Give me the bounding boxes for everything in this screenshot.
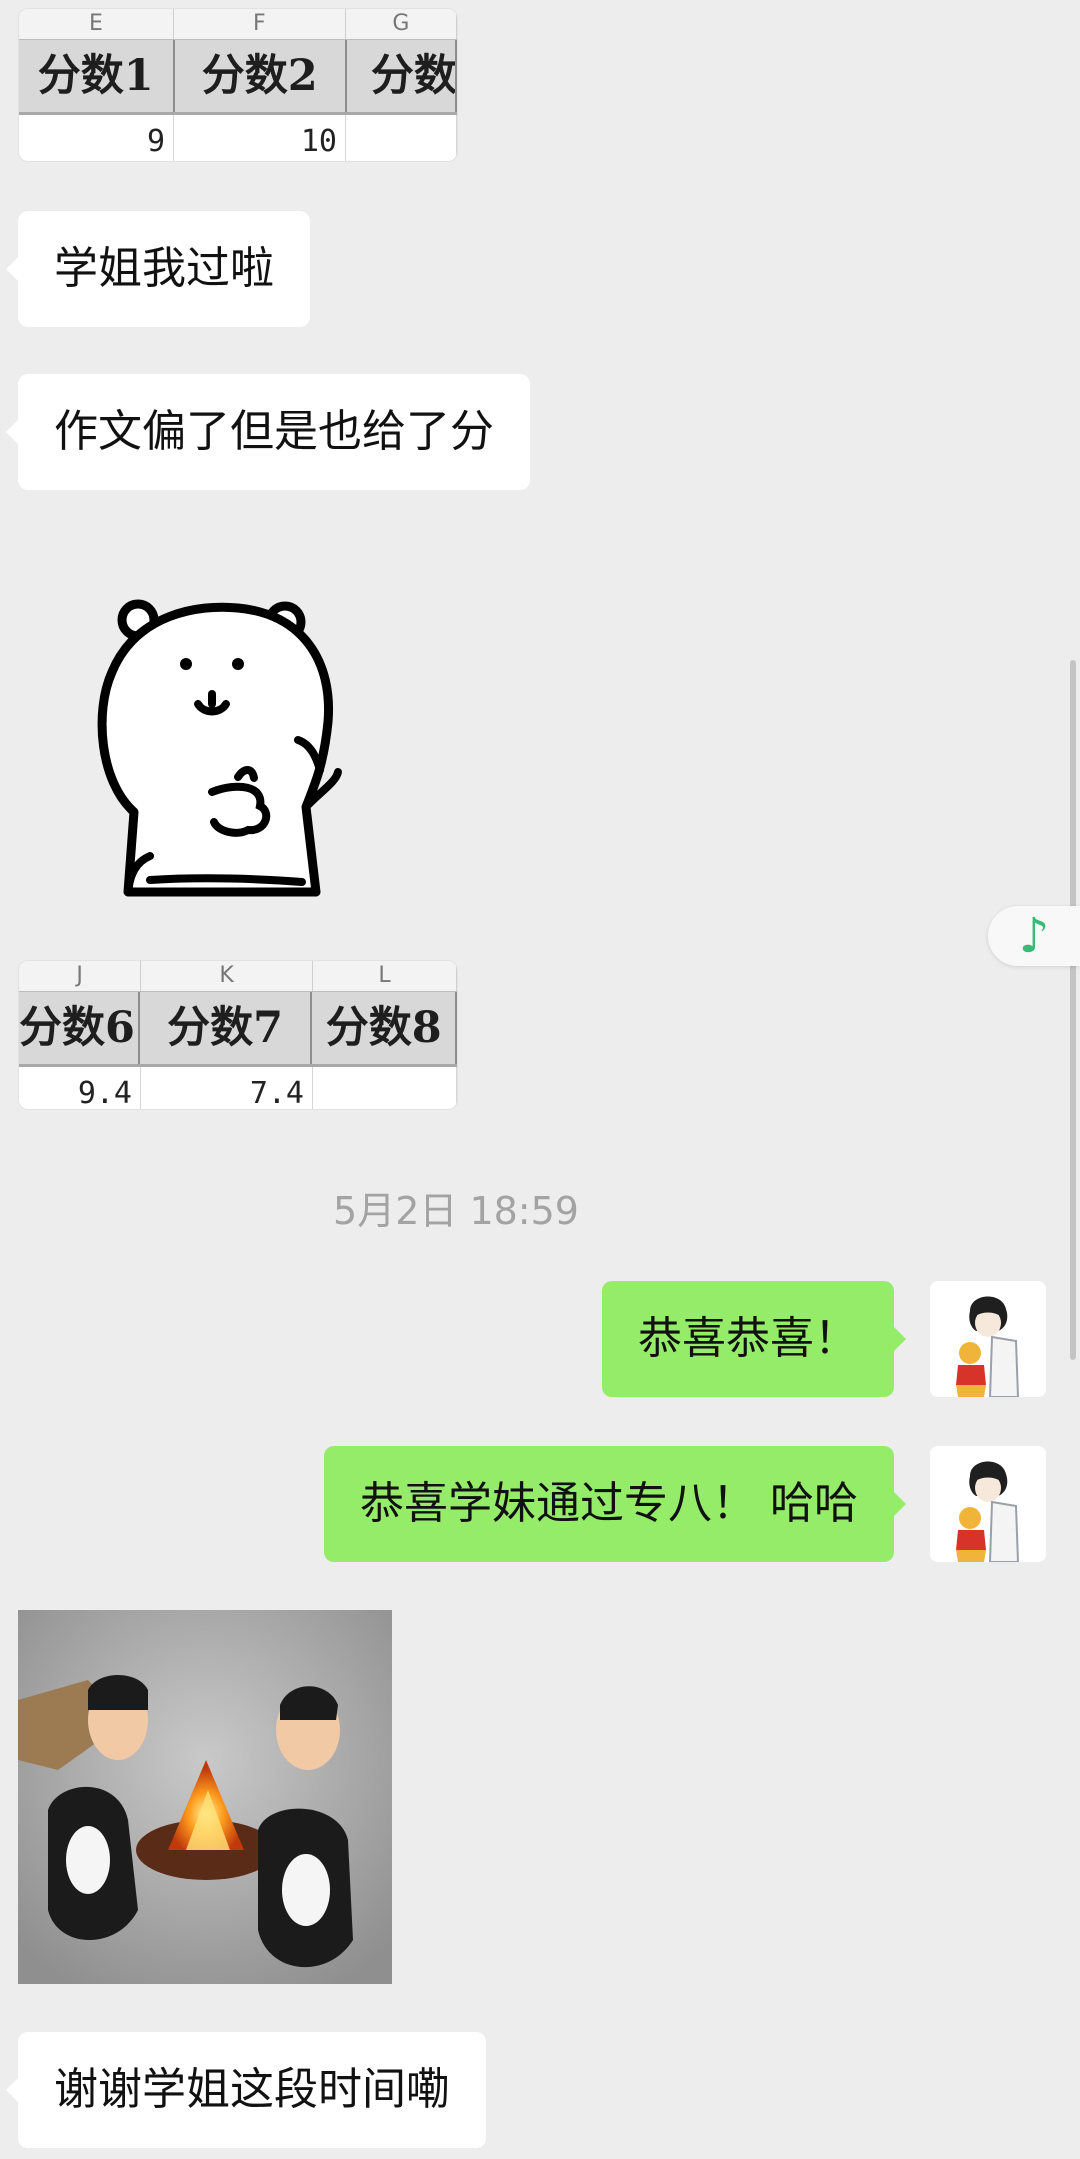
- value-cell: [346, 115, 457, 161]
- music-note-icon: ♪: [1018, 908, 1050, 964]
- column-letter: K: [141, 961, 313, 991]
- cats-campfire-photo-icon: [18, 1610, 392, 1984]
- message-text: 恭喜恭喜！: [638, 1313, 858, 1364]
- avatar[interactable]: [930, 1281, 1046, 1397]
- floating-music-button[interactable]: ♪: [988, 906, 1080, 966]
- header-cell: 分数8: [312, 992, 457, 1064]
- column-letter: F: [174, 9, 346, 39]
- value-cell: 10: [174, 115, 346, 161]
- value-cell: [313, 1067, 457, 1109]
- scrollbar[interactable]: [1070, 660, 1076, 1360]
- column-letter: J: [19, 961, 142, 991]
- column-letter: G: [346, 9, 457, 39]
- value-cell: 7.4: [141, 1067, 313, 1109]
- spreadsheet-image-1[interactable]: E F G 分数1 分数2 分数 9 10: [18, 8, 458, 162]
- outgoing-message-bubble[interactable]: 恭喜恭喜！: [602, 1281, 906, 1397]
- outgoing-message-bubble[interactable]: 恭喜学妹通过专八！ 哈哈: [324, 1446, 906, 1562]
- column-letters: E F G: [19, 9, 457, 39]
- incoming-message-bubble[interactable]: 谢谢学姐这段时间嘞: [6, 2032, 486, 2148]
- message-text: 学姐我过啦: [54, 243, 274, 294]
- column-letter: E: [19, 9, 174, 39]
- column-letter: L: [313, 961, 457, 991]
- user-avatar-icon: [930, 1281, 1046, 1397]
- column-headers: 分数6 分数7 分数8: [19, 991, 457, 1067]
- message-text: 恭喜学妹通过专八！ 哈哈: [360, 1478, 858, 1529]
- bear-thumbs-up-sticker[interactable]: [88, 592, 348, 912]
- spreadsheet-image-2[interactable]: J K L 分数6 分数7 分数8 9.4 7.4: [18, 960, 458, 1110]
- value-cell: 9: [19, 115, 174, 161]
- column-headers: 分数1 分数2 分数: [19, 39, 457, 115]
- incoming-message-bubble[interactable]: 作文偏了但是也给了分: [6, 374, 530, 490]
- header-cell: 分数: [347, 40, 457, 112]
- bear-sticker-icon: [97, 599, 342, 897]
- user-avatar-icon: [930, 1446, 1046, 1562]
- header-cell: 分数7: [140, 992, 313, 1064]
- header-cell: 分数1: [19, 40, 175, 112]
- message-text: 谢谢学姐这段时间嘞: [54, 2064, 450, 2115]
- header-cell: 分数2: [175, 40, 347, 112]
- message-timestamp: 5月2日 18:59: [333, 1189, 579, 1233]
- value-row: 9.4 7.4: [19, 1067, 457, 1109]
- cats-campfire-image[interactable]: [18, 1610, 392, 1984]
- message-text: 作文偏了但是也给了分: [54, 406, 494, 457]
- avatar[interactable]: [930, 1446, 1046, 1562]
- value-row: 9 10: [19, 115, 457, 161]
- value-cell: 9.4: [19, 1067, 141, 1109]
- column-letters: J K L: [19, 961, 457, 991]
- incoming-message-bubble[interactable]: 学姐我过啦: [6, 211, 310, 327]
- header-cell: 分数6: [19, 992, 140, 1064]
